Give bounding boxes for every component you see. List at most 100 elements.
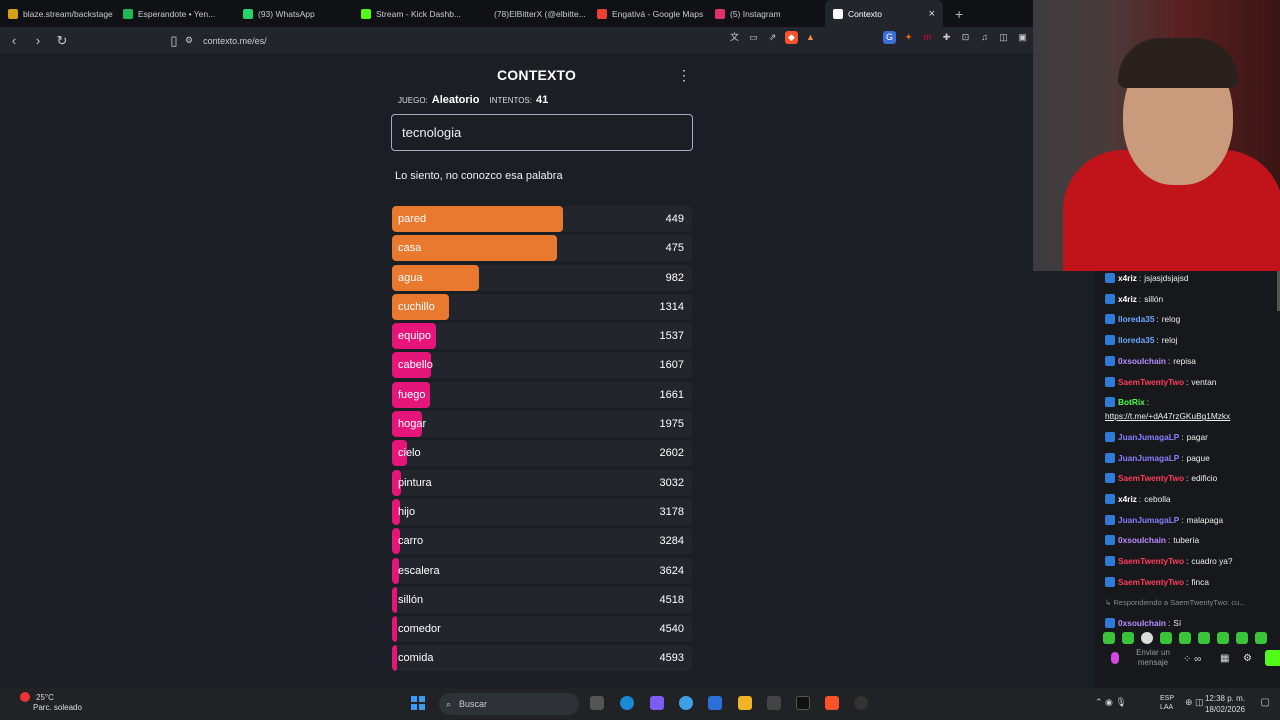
chat-username[interactable]: lloreda35: [1118, 314, 1154, 324]
emote-icon[interactable]: [1255, 632, 1267, 644]
maps-icon: [597, 8, 607, 19]
guess-input[interactable]: [391, 114, 693, 151]
guess-rank: 3032: [659, 476, 684, 489]
send-message-input[interactable]: Enviar un mensaje: [1133, 648, 1173, 668]
address-bar[interactable]: ⚙ contexto.me/es/: [185, 31, 795, 50]
cast-icon[interactable]: ▭: [747, 31, 760, 44]
app-icon[interactable]: [650, 696, 664, 710]
emote-icon[interactable]: [1122, 632, 1134, 644]
app-icon[interactable]: [679, 696, 693, 710]
language-indicator[interactable]: ESP LAA: [1160, 694, 1174, 712]
chat-send-button[interactable]: [1265, 650, 1280, 666]
tab-7[interactable]: (5) Instagram: [707, 0, 825, 27]
guess-word: casa: [398, 242, 422, 255]
tab-6[interactable]: Engativá - Google Maps: [589, 0, 707, 27]
tab-3[interactable]: (93) WhatsApp: [235, 0, 353, 27]
chat-settings-icon[interactable]: ⚙: [1243, 653, 1252, 664]
brave-shield-icon[interactable]: ◆: [785, 31, 798, 44]
chat-tools-icon[interactable]: ⁘ ∞: [1183, 654, 1201, 665]
chat-username[interactable]: 0xsoulchain: [1118, 356, 1166, 366]
more-options-icon[interactable]: ⋮: [677, 67, 691, 84]
guess-list: pared 449 casa 475 agua 982 cuchillo 1314 equipo…: [392, 206, 692, 675]
extensions-icon[interactable]: ✚: [940, 31, 953, 44]
extension-fox-icon[interactable]: ✦: [902, 31, 915, 44]
forward-icon[interactable]: ›: [28, 33, 48, 48]
new-tab-button[interactable]: +: [943, 6, 975, 22]
store-icon[interactable]: ▦: [1220, 653, 1229, 664]
emote-icon[interactable]: [1160, 632, 1172, 644]
badge-icon: [1105, 376, 1115, 387]
contexto-icon: [833, 8, 843, 19]
brave-rewards-icon[interactable]: ▲: [804, 31, 817, 44]
emote-icon[interactable]: [1179, 632, 1191, 644]
reload-icon[interactable]: ↻: [52, 33, 72, 49]
chat-input-bar: Enviar un mensaje ⁘ ∞ ▦ ⚙: [1095, 626, 1280, 688]
tab-5[interactable]: (78)ElBitterX (@elbitte...: [471, 0, 589, 27]
emote-icon[interactable]: [1103, 632, 1115, 644]
brave-icon[interactable]: [825, 696, 839, 710]
site-info-icon[interactable]: ⚙: [185, 35, 193, 46]
chat-username[interactable]: 0xsoulchain: [1118, 535, 1166, 545]
chat-username[interactable]: JuanJumagaLP: [1118, 453, 1179, 463]
close-tab-icon[interactable]: ×: [911, 8, 935, 20]
chat-text: pague: [1186, 452, 1210, 463]
bookmark-icon[interactable]: ▯: [164, 33, 184, 49]
tray-icons[interactable]: ⌃ ◉ 🎙: [1095, 697, 1127, 708]
chat-link[interactable]: https://t.me/+dA47rzGKuBg1Mzkx: [1105, 411, 1230, 421]
guess-row: cielo 2602: [392, 440, 692, 467]
terminal-icon[interactable]: [767, 696, 781, 710]
chat-username[interactable]: x4riz: [1118, 294, 1137, 304]
wallet-icon[interactable]: ▣: [1016, 31, 1029, 44]
tab-2[interactable]: Esperandote • Yen...: [115, 0, 235, 27]
chat-username[interactable]: x4riz: [1118, 494, 1137, 504]
screenshot-icon[interactable]: ⊡: [959, 31, 972, 44]
chat-username[interactable]: JuanJumagaLP: [1118, 515, 1179, 525]
obs-icon[interactable]: [854, 696, 868, 710]
chat-username[interactable]: BotRix: [1118, 397, 1145, 407]
store-icon[interactable]: [708, 696, 722, 710]
sidebar-icon[interactable]: ◫: [997, 31, 1010, 44]
chat-message: x4riz: jsjasjdsjajsd: [1105, 273, 1189, 283]
tab-4[interactable]: Stream - Kick Dashb...: [353, 0, 471, 27]
media-icon[interactable]: ♫: [978, 31, 991, 44]
chat-username[interactable]: SaemTwentyTwo: [1118, 473, 1184, 483]
tiktok-icon: [479, 8, 489, 19]
file-explorer-icon[interactable]: [738, 696, 752, 710]
guess-rank: 1661: [659, 388, 684, 401]
extension-m-icon[interactable]: m: [921, 31, 934, 44]
chat-text: cuadro ya?: [1191, 556, 1233, 567]
chat-username[interactable]: x4riz: [1118, 273, 1137, 283]
chat-username[interactable]: SaemTwentyTwo: [1118, 377, 1184, 387]
volume-icon[interactable]: ⊕ ◫: [1185, 697, 1204, 708]
task-view-icon[interactable]: [590, 696, 604, 710]
tab-label: (78)ElBitterX (@elbitte...: [494, 8, 586, 19]
extension-translate-icon[interactable]: G: [883, 31, 896, 44]
lang-code: ESP: [1160, 695, 1175, 702]
emote-icon[interactable]: [1198, 632, 1210, 644]
tab-label: Stream - Kick Dashb...: [376, 8, 462, 19]
chat-username[interactable]: lloreda35: [1118, 335, 1154, 345]
tab-8[interactable]: Contexto ×: [825, 0, 943, 27]
edge-icon[interactable]: [620, 696, 634, 710]
chat-text: reloj: [1161, 335, 1178, 346]
start-icon[interactable]: [411, 696, 425, 710]
emote-icon[interactable]: [1141, 632, 1153, 644]
chat-username[interactable]: SaemTwentyTwo: [1118, 577, 1184, 587]
chat-message: https://t.me/+dA47rzGKuBg1Mzkx: [1105, 411, 1230, 421]
translate-icon[interactable]: 文: [728, 31, 741, 44]
taskbar-search[interactable]: ⌕ Buscar: [439, 693, 579, 715]
chat-message: 0xsoulchain: tubería: [1105, 535, 1199, 546]
back-icon[interactable]: ‹: [4, 33, 24, 48]
tab-1[interactable]: blaze.stream/backstage: [0, 0, 115, 27]
mic-icon[interactable]: [1111, 652, 1119, 664]
notifications-icon[interactable]: ▢: [1261, 697, 1270, 708]
app-icon[interactable]: [796, 696, 810, 710]
chat-username[interactable]: SaemTwentyTwo: [1118, 556, 1184, 566]
clock[interactable]: 12:38 p. m. 18/02/2026: [1205, 693, 1245, 715]
chat-username[interactable]: JuanJumagaLP: [1118, 432, 1179, 442]
guess-row: hogar 1975: [392, 411, 692, 438]
share-icon[interactable]: ⇗: [766, 31, 779, 44]
emote-icon[interactable]: [1236, 632, 1248, 644]
emote-icon[interactable]: [1217, 632, 1229, 644]
guess-row: cuchillo 1314: [392, 293, 692, 320]
